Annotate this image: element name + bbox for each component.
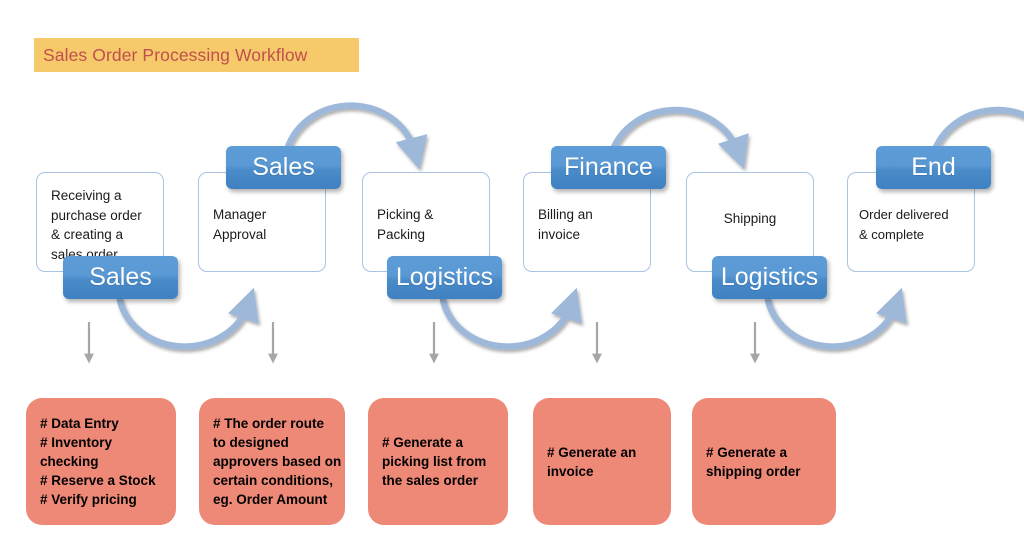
page-title: Sales Order Processing Workflow [43, 44, 308, 65]
role-label-text-step-4: Finance [564, 153, 653, 181]
process-text-step-2: Manager Approval [213, 207, 267, 242]
workflow-diagram: Sales Order Processing Workflow Receivin… [0, 0, 1024, 560]
detail-text-step-3: # Generate a picking list from the sales… [382, 435, 487, 488]
role-label-text-step-3: Logistics [395, 263, 494, 291]
role-label-text-step-1: Sales [89, 263, 152, 291]
process-text-step-5: Shipping [723, 211, 777, 226]
curve-step3-down [764, 287, 907, 350]
curve-step1-down [116, 287, 259, 350]
process-text-step-6: Order delivered & complete [859, 207, 949, 242]
process-text-step-1: Receiving a purchase order & creating a … [51, 188, 142, 262]
detail-box-step-5[interactable]: # Generate a shipping order [692, 398, 836, 525]
detail-box-step-2[interactable]: # The order route to designed approvers … [199, 398, 345, 525]
process-text-step-4: Billing an invoice [538, 207, 593, 242]
detail-text-step-4: # Generate an invoice [547, 444, 637, 479]
role-label-step-1[interactable]: Sales [63, 256, 178, 299]
detail-text-step-1: # Data Entry # Inventory checking # Rese… [40, 416, 156, 507]
process-text-step-3: Picking & Packing [377, 207, 434, 242]
detail-text-step-5: # Generate a shipping order [706, 444, 801, 479]
detail-box-step-4[interactable]: # Generate an invoice [533, 398, 671, 525]
role-label-step-3[interactable]: Logistics [387, 256, 502, 299]
role-label-text-step-5: Logistics [720, 263, 819, 291]
role-label-step-4[interactable]: Finance [551, 146, 666, 189]
role-label-text-step-2: Sales [252, 153, 315, 181]
detail-text-step-2: # The order route to designed approvers … [213, 416, 342, 507]
detail-box-step-1[interactable]: # Data Entry # Inventory checking # Rese… [26, 398, 176, 525]
role-label-step-6[interactable]: End [876, 146, 991, 189]
gray-down-arrows [84, 322, 760, 364]
role-label-text-step-6: End [911, 153, 956, 181]
detail-box-step-3[interactable]: # Generate a picking list from the sales… [368, 398, 508, 525]
curve-step2-down [439, 287, 582, 350]
role-label-step-2[interactable]: Sales [226, 146, 341, 189]
diagram-title-banner: Sales Order Processing Workflow [34, 38, 359, 72]
role-label-step-5[interactable]: Logistics [712, 256, 827, 299]
